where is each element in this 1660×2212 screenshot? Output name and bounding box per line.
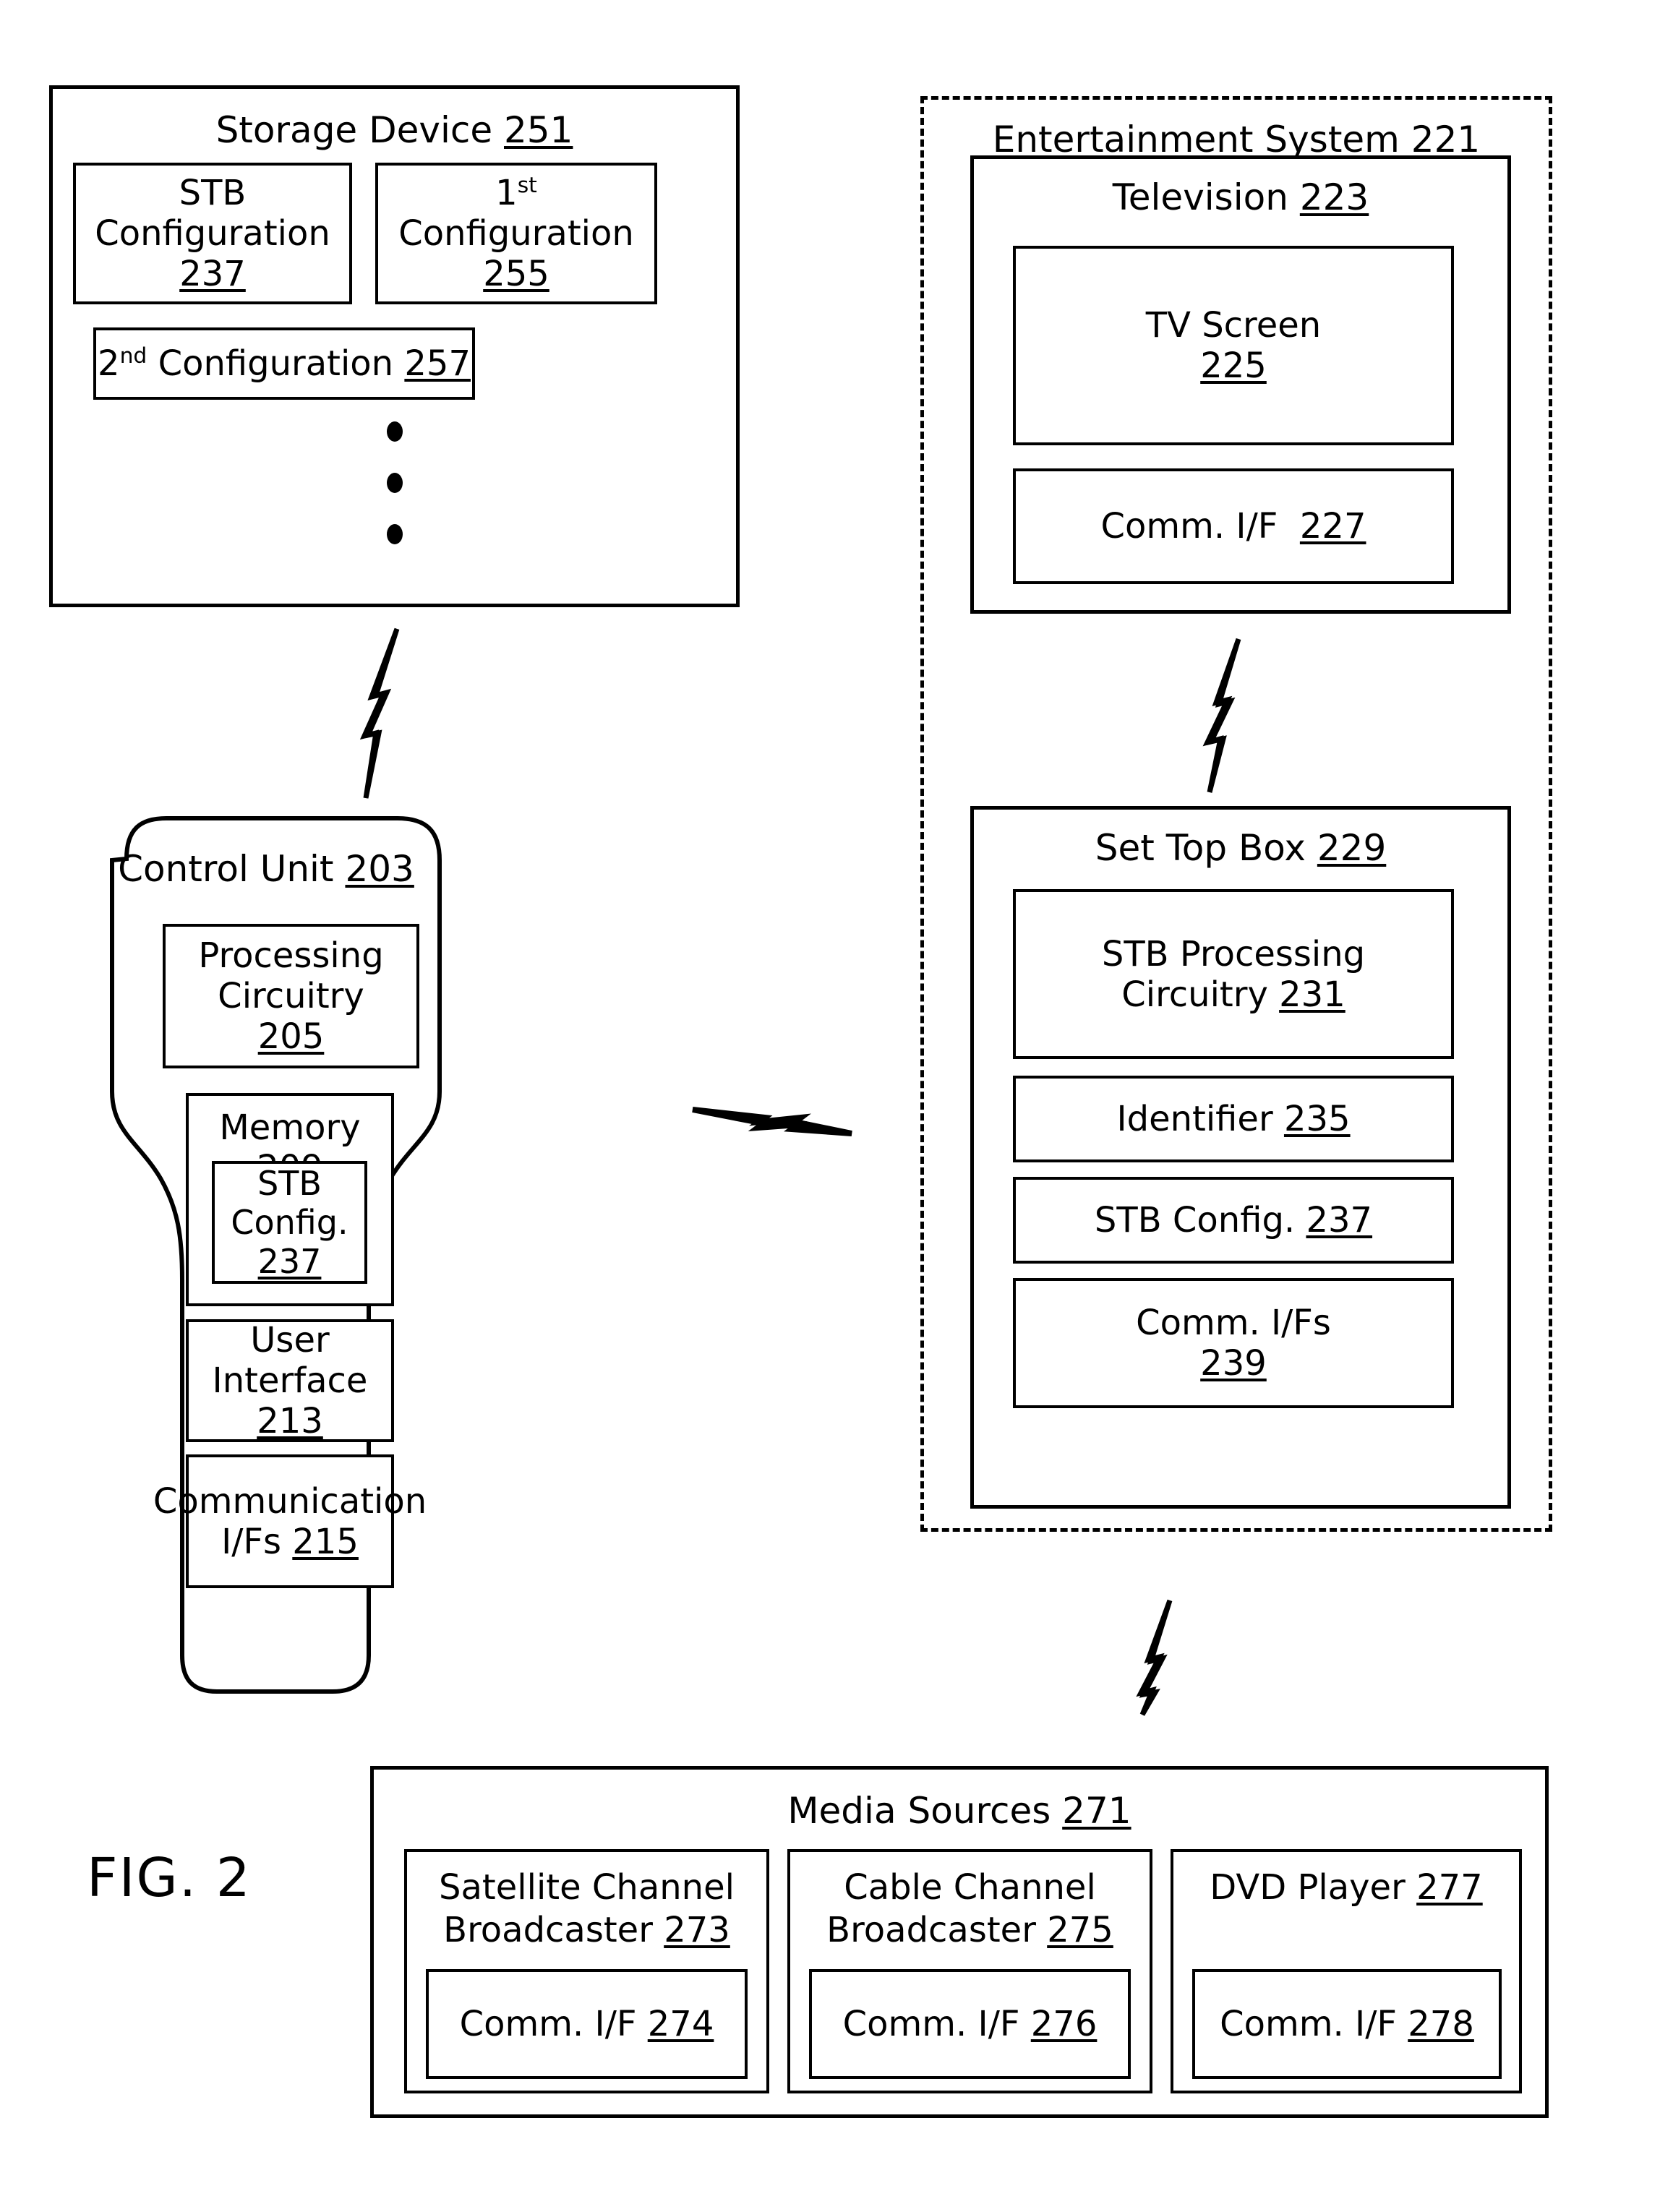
media-sources-title: Media Sources 271 xyxy=(787,1790,1131,1832)
communication-ifs-label: Communication I/Fs 215 xyxy=(153,1480,427,1562)
cable-comm-if-box: Comm. I/F 276 xyxy=(809,1969,1131,2079)
stb-processing-circuitry-box: STB Processing Circuitry 231 xyxy=(1013,889,1454,1059)
stb-config-box: STB Config. 237 xyxy=(1013,1177,1454,1264)
stb-identifier-box: Identifier 235 xyxy=(1013,1076,1454,1162)
satellite-channel-broadcaster-box: Satellite Channel Broadcaster 273 Comm. I… xyxy=(404,1849,769,2093)
memory-stb-config-label: STB Config. 237 xyxy=(231,1164,348,1281)
television-comm-if-label: Comm. I/F 227 xyxy=(1100,506,1366,546)
tv-screen-label: TV Screen 225 xyxy=(1145,305,1322,386)
cable-channel-broadcaster-box: Cable Channel Broadcaster 275 Comm. I/F 2… xyxy=(787,1849,1152,2093)
communication-ifs-box: Communication I/Fs 215 xyxy=(153,1454,427,1588)
satellite-channel-broadcaster-label: Satellite Channel Broadcaster 273 xyxy=(439,1867,735,1950)
memory-stb-config-box: STB Config. 237 xyxy=(212,1161,367,1284)
storage-configurations-ellipsis-icon xyxy=(386,421,403,544)
figure-caption: FIG. 2 xyxy=(87,1847,252,1909)
dvd-player-label: DVD Player 277 xyxy=(1210,1867,1483,1908)
processing-circuitry-label: Processing Circuitry 205 xyxy=(198,935,384,1057)
storage-second-configuration-label: 2nd Configuration 257 xyxy=(98,343,471,384)
television-box: Television 223 TV Screen 225 Comm. I/F 22… xyxy=(970,155,1511,614)
ellipsis-dot xyxy=(386,421,403,442)
stb-config-label: STB Config. 237 xyxy=(1094,1200,1373,1240)
user-interface-box: User Interface 213 xyxy=(186,1319,394,1442)
lightning-bolt-icon-television-to-set-top-box xyxy=(1165,635,1296,797)
user-interface-label: User Interface 213 xyxy=(212,1320,368,1441)
television-comm-if-box: Comm. I/F 227 xyxy=(1013,468,1454,584)
dvd-comm-if-label: Comm. I/F 278 xyxy=(1220,2004,1474,2044)
dvd-comm-if-box: Comm. I/F 278 xyxy=(1192,1969,1502,2079)
lightning-bolt-icon-control-unit-to-entertainment-system xyxy=(680,1070,860,1171)
television-title: Television 223 xyxy=(1112,176,1369,218)
control-unit-title: Control Unit 203 xyxy=(118,848,414,890)
storage-first-configuration-box: 1st Configuration 255 xyxy=(375,163,657,304)
patent-figure-2: Storage Device 251 STB Configuration 237 1… xyxy=(0,0,1660,2212)
stb-identifier-label: Identifier 235 xyxy=(1116,1099,1351,1139)
lightning-bolt-icon-media-sources-to-set-top-box xyxy=(1099,1540,1229,1720)
ellipsis-dot xyxy=(386,524,403,544)
storage-stb-configuration-label: STB Configuration 237 xyxy=(95,173,330,294)
ellipsis-dot xyxy=(386,473,403,493)
storage-first-configuration-label: 1st Configuration 255 xyxy=(398,173,634,294)
memory-box: Memory 209 STBConfig. 237 xyxy=(186,1093,394,1306)
satellite-comm-if-box: Comm. I/F 274 xyxy=(426,1969,748,2079)
cable-channel-broadcaster-label: Cable Channel Broadcaster 275 xyxy=(826,1867,1113,1950)
set-top-box-title: Set Top Box 229 xyxy=(1095,827,1387,869)
cable-comm-if-label: Comm. I/F 276 xyxy=(842,2004,1098,2044)
media-sources-box: Media Sources 271 Satellite Channel Broad… xyxy=(370,1766,1549,2118)
storage-second-configuration-box: 2nd Configuration 257 xyxy=(93,327,475,400)
stb-comm-ifs-box: Comm. I/Fs 239 xyxy=(1013,1278,1454,1408)
set-top-box: Set Top Box 229 STB Processing Circuitry … xyxy=(970,806,1511,1509)
tv-screen-box: TV Screen 225 xyxy=(1013,246,1454,445)
lightning-bolt-icon-storage-to-control-unit xyxy=(334,623,464,804)
storage-stb-configuration-box: STB Configuration 237 xyxy=(73,163,352,304)
stb-processing-circuitry-label: STB Processing Circuitry 231 xyxy=(1101,933,1366,1015)
stb-comm-ifs-label: Comm. I/Fs 239 xyxy=(1136,1303,1331,1384)
processing-circuitry-box: Processing Circuitry 205 xyxy=(163,924,419,1068)
storage-device-box: Storage Device 251 STB Configuration 237 1… xyxy=(49,85,740,607)
dvd-player-box: DVD Player 277 Comm. I/F 278 xyxy=(1171,1849,1522,2093)
entertainment-system-title: Entertainment System 221 xyxy=(992,119,1481,160)
storage-device-title: Storage Device 251 xyxy=(215,109,573,151)
satellite-comm-if-label: Comm. I/F 274 xyxy=(459,2004,714,2044)
